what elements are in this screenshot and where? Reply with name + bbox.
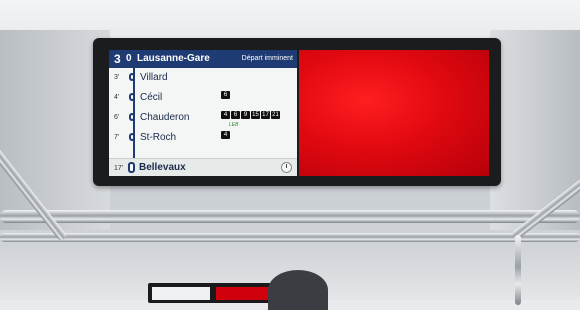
clock-icon [281, 162, 292, 173]
connection-badge: 21 [271, 111, 280, 119]
connection-badge: 15 [251, 111, 260, 119]
connection-badge: 9 [241, 111, 250, 119]
connection-badge: 4 [221, 111, 230, 119]
stop-name: Chauderon [140, 112, 190, 123]
stop-row: 4' Cécil 6 [109, 88, 297, 108]
connection-badge: 17 [261, 111, 270, 119]
connection-badge: 4 [221, 131, 230, 139]
route-panel: 3 0 Lausanne-Gare Départ imminent 3' Vil… [109, 50, 297, 176]
handrail-horizontal-lower [0, 233, 580, 242]
connection-badges: 4 6 9 15 17 21 [221, 111, 280, 119]
handle-grip [268, 270, 328, 310]
stop-row: 3' Villard [109, 68, 297, 88]
stop-name: Villard [140, 72, 168, 83]
terminus-time: 17' [114, 165, 124, 172]
current-stop-time: 0 [126, 53, 132, 64]
stop-time: 6' [114, 114, 120, 121]
stop-row: 6' Chauderon 4 6 9 15 17 21 LEB [109, 108, 297, 128]
stop-row: 7' St-Roch 4 [109, 128, 297, 148]
route-header: 3 0 Lausanne-Gare Départ imminent [109, 50, 297, 68]
stop-marker [129, 113, 135, 121]
terminus-row: 17' Bellevaux [109, 158, 297, 176]
stop-marker [129, 133, 135, 141]
connection-badges: 4 [221, 131, 230, 139]
current-stop-name: Lausanne-Gare [137, 53, 210, 64]
handrail-post [515, 235, 521, 305]
connection-badge: 6 [231, 111, 240, 119]
passenger-info-display: 3 0 Lausanne-Gare Départ imminent 3' Vil… [93, 38, 501, 186]
terminus-marker [128, 162, 135, 173]
handrail-horizontal [0, 210, 580, 223]
connection-badge: 6 [221, 91, 230, 99]
terminus-name: Bellevaux [139, 162, 186, 173]
line-number: 3 [114, 52, 121, 66]
stop-time: 3' [114, 74, 120, 81]
stop-time: 7' [114, 134, 120, 141]
stop-marker [129, 93, 135, 101]
connection-badges: 6 [221, 91, 230, 99]
stop-name: St-Roch [140, 132, 177, 143]
stop-marker [129, 73, 135, 81]
stop-time: 4' [114, 94, 120, 101]
stop-name: Cécil [140, 92, 163, 103]
departure-status: Départ imminent [241, 55, 293, 62]
second-display-route-panel [152, 287, 210, 300]
advertisement-panel [299, 50, 489, 176]
